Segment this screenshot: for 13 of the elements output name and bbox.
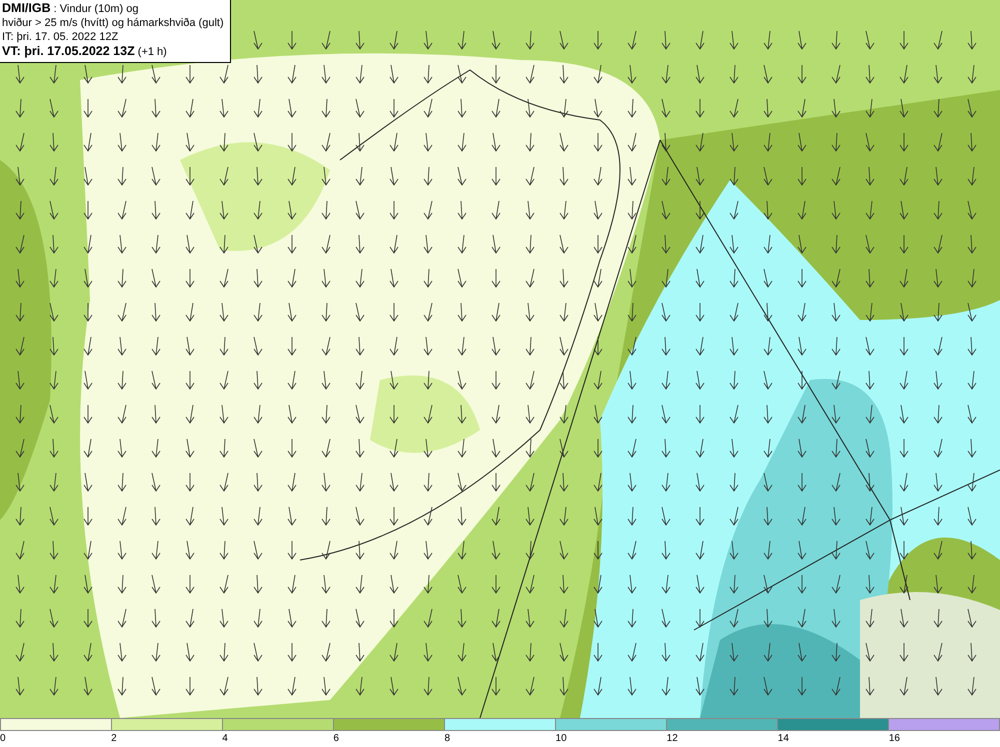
legend-tick-label: 14 xyxy=(778,733,789,745)
header-text: VT: þri. 17.05.2022 13Z (+1 h) xyxy=(2,45,168,59)
legend-tick-label: 10 xyxy=(556,733,567,745)
legend-tick-label: 8 xyxy=(444,733,450,745)
legend-tick-label: 12 xyxy=(666,733,678,745)
header-text: hviður > 25 m/s (hvítt) og hámarkshviða (gult) xyxy=(2,17,224,30)
header-text: IT: þri. 17. 05. 2022 12Z xyxy=(2,31,120,44)
legend-tick-label: 6 xyxy=(333,733,339,745)
legend-tick-label: 4 xyxy=(222,733,228,745)
header-text: DMI/IGB : Vindur (10m) og xyxy=(2,2,140,16)
legend-tick-label: 2 xyxy=(111,733,117,745)
legend-tick-label: 0 xyxy=(0,733,6,745)
legend-tick-label: 16 xyxy=(888,733,900,745)
